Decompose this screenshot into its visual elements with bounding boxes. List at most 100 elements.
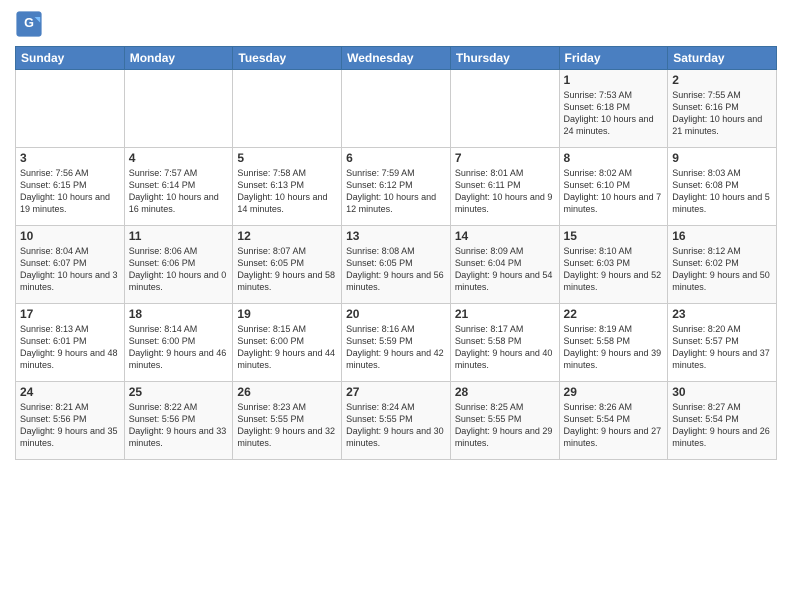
day-number: 8: [564, 151, 664, 165]
day-number: 22: [564, 307, 664, 321]
day-info: Sunrise: 8:23 AM Sunset: 5:55 PM Dayligh…: [237, 401, 337, 450]
calendar-cell: 10Sunrise: 8:04 AM Sunset: 6:07 PM Dayli…: [16, 226, 125, 304]
calendar-cell: 22Sunrise: 8:19 AM Sunset: 5:58 PM Dayli…: [559, 304, 668, 382]
calendar-cell: [124, 70, 233, 148]
calendar-cell: [233, 70, 342, 148]
day-info: Sunrise: 8:08 AM Sunset: 6:05 PM Dayligh…: [346, 245, 446, 294]
day-number: 6: [346, 151, 446, 165]
day-info: Sunrise: 8:20 AM Sunset: 5:57 PM Dayligh…: [672, 323, 772, 372]
calendar-cell: 8 Sunrise: 8:02 AM Sunset: 6:10 PM Daylig…: [559, 148, 668, 226]
calendar-cell: 9 Sunrise: 8:03 AM Sunset: 6:08 PM Daylig…: [668, 148, 777, 226]
day-number: 16: [672, 229, 772, 243]
day-number: 2: [672, 73, 772, 87]
day-number: 5: [237, 151, 337, 165]
day-number: 30: [672, 385, 772, 399]
day-info: Sunrise: 8:04 AM Sunset: 6:07 PM Dayligh…: [20, 245, 120, 294]
calendar-cell: 30 Sunrise: 8:27 AM Sunset: 5:54 PM Dayli…: [668, 382, 777, 460]
week-row-1: 1 Sunrise: 7:53 AM Sunset: 6:18 PM Daylig…: [16, 70, 777, 148]
calendar-cell: 25Sunrise: 8:22 AM Sunset: 5:56 PM Dayli…: [124, 382, 233, 460]
calendar-cell: 26 Sunrise: 8:23 AM Sunset: 5:55 PM Dayli…: [233, 382, 342, 460]
day-header-thursday: Thursday: [450, 47, 559, 70]
day-info: Sunrise: 8:16 AM Sunset: 5:59 PM Dayligh…: [346, 323, 446, 372]
calendar-cell: 5 Sunrise: 7:58 AM Sunset: 6:13 PM Daylig…: [233, 148, 342, 226]
calendar-cell: 12Sunrise: 8:07 AM Sunset: 6:05 PM Dayli…: [233, 226, 342, 304]
calendar-cell: 1 Sunrise: 7:53 AM Sunset: 6:18 PM Daylig…: [559, 70, 668, 148]
day-number: 7: [455, 151, 555, 165]
day-info: Sunrise: 7:56 AM Sunset: 6:15 PM Dayligh…: [20, 167, 120, 216]
svg-text:G: G: [24, 16, 34, 30]
week-row-5: 24Sunrise: 8:21 AM Sunset: 5:56 PM Dayli…: [16, 382, 777, 460]
calendar-cell: 21Sunrise: 8:17 AM Sunset: 5:58 PM Dayli…: [450, 304, 559, 382]
day-number: 29: [564, 385, 664, 399]
logo-icon: G: [15, 10, 43, 38]
week-row-2: 3 Sunrise: 7:56 AM Sunset: 6:15 PM Daylig…: [16, 148, 777, 226]
calendar-cell: 7 Sunrise: 8:01 AM Sunset: 6:11 PM Daylig…: [450, 148, 559, 226]
calendar-cell: [342, 70, 451, 148]
day-info: Sunrise: 8:10 AM Sunset: 6:03 PM Dayligh…: [564, 245, 664, 294]
day-info: Sunrise: 8:27 AM Sunset: 5:54 PM Dayligh…: [672, 401, 772, 450]
day-number: 24: [20, 385, 120, 399]
day-info: Sunrise: 8:01 AM Sunset: 6:11 PM Dayligh…: [455, 167, 555, 216]
day-info: Sunrise: 8:12 AM Sunset: 6:02 PM Dayligh…: [672, 245, 772, 294]
day-number: 17: [20, 307, 120, 321]
day-info: Sunrise: 8:13 AM Sunset: 6:01 PM Dayligh…: [20, 323, 120, 372]
day-number: 19: [237, 307, 337, 321]
day-number: 21: [455, 307, 555, 321]
day-info: Sunrise: 8:06 AM Sunset: 6:06 PM Dayligh…: [129, 245, 229, 294]
day-header-friday: Friday: [559, 47, 668, 70]
day-number: 3: [20, 151, 120, 165]
day-number: 9: [672, 151, 772, 165]
page-container: G SundayMondayTuesdayWednesdayThursdayFr…: [0, 0, 792, 470]
logo: G: [15, 10, 47, 38]
day-info: Sunrise: 7:58 AM Sunset: 6:13 PM Dayligh…: [237, 167, 337, 216]
day-number: 14: [455, 229, 555, 243]
calendar-cell: 4 Sunrise: 7:57 AM Sunset: 6:14 PM Daylig…: [124, 148, 233, 226]
calendar-cell: 24Sunrise: 8:21 AM Sunset: 5:56 PM Dayli…: [16, 382, 125, 460]
day-number: 23: [672, 307, 772, 321]
day-info: Sunrise: 8:03 AM Sunset: 6:08 PM Dayligh…: [672, 167, 772, 216]
calendar-cell: 6 Sunrise: 7:59 AM Sunset: 6:12 PM Daylig…: [342, 148, 451, 226]
calendar-cell: 13 Sunrise: 8:08 AM Sunset: 6:05 PM Dayli…: [342, 226, 451, 304]
day-header-monday: Monday: [124, 47, 233, 70]
day-info: Sunrise: 8:02 AM Sunset: 6:10 PM Dayligh…: [564, 167, 664, 216]
day-info: Sunrise: 8:14 AM Sunset: 6:00 PM Dayligh…: [129, 323, 229, 372]
calendar-cell: 3 Sunrise: 7:56 AM Sunset: 6:15 PM Daylig…: [16, 148, 125, 226]
week-row-3: 10Sunrise: 8:04 AM Sunset: 6:07 PM Dayli…: [16, 226, 777, 304]
day-info: Sunrise: 8:25 AM Sunset: 5:55 PM Dayligh…: [455, 401, 555, 450]
day-info: Sunrise: 8:26 AM Sunset: 5:54 PM Dayligh…: [564, 401, 664, 450]
calendar-header: SundayMondayTuesdayWednesdayThursdayFrid…: [16, 47, 777, 70]
day-header-sunday: Sunday: [16, 47, 125, 70]
day-number: 13: [346, 229, 446, 243]
calendar-cell: [450, 70, 559, 148]
calendar-cell: 19Sunrise: 8:15 AM Sunset: 6:00 PM Dayli…: [233, 304, 342, 382]
calendar-table: SundayMondayTuesdayWednesdayThursdayFrid…: [15, 46, 777, 460]
calendar-cell: [16, 70, 125, 148]
day-info: Sunrise: 7:59 AM Sunset: 6:12 PM Dayligh…: [346, 167, 446, 216]
page-header: G: [15, 10, 777, 38]
day-number: 20: [346, 307, 446, 321]
calendar-cell: 29 Sunrise: 8:26 AM Sunset: 5:54 PM Dayli…: [559, 382, 668, 460]
calendar-cell: 20 Sunrise: 8:16 AM Sunset: 5:59 PM Dayli…: [342, 304, 451, 382]
calendar-cell: 2 Sunrise: 7:55 AM Sunset: 6:16 PM Daylig…: [668, 70, 777, 148]
calendar-cell: 14 Sunrise: 8:09 AM Sunset: 6:04 PM Dayli…: [450, 226, 559, 304]
day-number: 4: [129, 151, 229, 165]
calendar-body: 1 Sunrise: 7:53 AM Sunset: 6:18 PM Daylig…: [16, 70, 777, 460]
day-info: Sunrise: 7:55 AM Sunset: 6:16 PM Dayligh…: [672, 89, 772, 138]
day-number: 15: [564, 229, 664, 243]
day-info: Sunrise: 8:07 AM Sunset: 6:05 PM Dayligh…: [237, 245, 337, 294]
day-info: Sunrise: 7:57 AM Sunset: 6:14 PM Dayligh…: [129, 167, 229, 216]
calendar-cell: 18Sunrise: 8:14 AM Sunset: 6:00 PM Dayli…: [124, 304, 233, 382]
day-header-saturday: Saturday: [668, 47, 777, 70]
day-info: Sunrise: 7:53 AM Sunset: 6:18 PM Dayligh…: [564, 89, 664, 138]
day-number: 1: [564, 73, 664, 87]
calendar-cell: 15 Sunrise: 8:10 AM Sunset: 6:03 PM Dayli…: [559, 226, 668, 304]
week-row-4: 17 Sunrise: 8:13 AM Sunset: 6:01 PM Dayli…: [16, 304, 777, 382]
day-info: Sunrise: 8:09 AM Sunset: 6:04 PM Dayligh…: [455, 245, 555, 294]
calendar-cell: 17 Sunrise: 8:13 AM Sunset: 6:01 PM Dayli…: [16, 304, 125, 382]
day-info: Sunrise: 8:22 AM Sunset: 5:56 PM Dayligh…: [129, 401, 229, 450]
day-number: 26: [237, 385, 337, 399]
calendar-cell: 23 Sunrise: 8:20 AM Sunset: 5:57 PM Dayli…: [668, 304, 777, 382]
day-number: 27: [346, 385, 446, 399]
calendar-cell: 28Sunrise: 8:25 AM Sunset: 5:55 PM Dayli…: [450, 382, 559, 460]
calendar-cell: 11Sunrise: 8:06 AM Sunset: 6:06 PM Dayli…: [124, 226, 233, 304]
